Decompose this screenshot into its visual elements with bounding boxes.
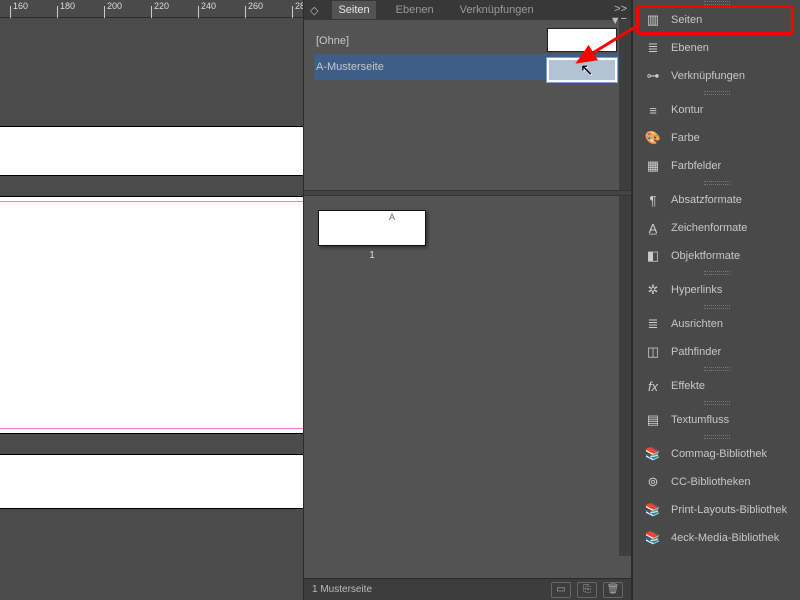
trash-icon[interactable]: 🗑 [603,582,623,598]
dock-textumfluss[interactable]: ▤ Textumfluss [633,406,800,434]
page-1-thumb[interactable]: A [318,210,426,246]
master-pages-list: [Ohne] A-Musterseite [304,20,631,190]
ruler-tick-label: 180 [60,1,75,11]
ruler-tick-label: 220 [154,1,169,11]
dock-verknuepfungen-label: Verknüpfungen [671,70,745,82]
dock-kontur-label: Kontur [671,104,703,116]
dock-ebenen-label: Ebenen [671,42,709,54]
dock-seiten[interactable]: ▥ Seiten [633,6,800,34]
dock-effekte[interactable]: fx Effekte [633,372,800,400]
dock-zeichenformate-label: Zeichenformate [671,222,747,234]
page-1-number: 1 [318,250,426,261]
dock-hyperlinks[interactable]: ✲ Hyperlinks [633,276,800,304]
dock-commag-label: Commag-Bibliothek [671,448,767,460]
right-dock: ▥ Seiten ≣ Ebenen ⊶ Verknüpfungen ≡ Kontur 🎨… [632,0,800,600]
dock-print-label: Print-Layouts-Bibliothek [671,504,787,516]
dock-verknuepfungen[interactable]: ⊶ Verknüpfungen [633,62,800,90]
edit-page-size-icon[interactable]: ▭ [551,582,571,598]
dock-absatzformate[interactable]: ¶ Absatzformate [633,186,800,214]
horizontal-ruler: 160180200220240260280 [0,0,303,18]
cc-library-icon: ⊚ [645,474,661,490]
color-icon: 🎨 [645,130,661,146]
library-icon: 📚 [645,446,661,462]
dock-ebenen[interactable]: ≣ Ebenen [633,34,800,62]
dock-seiten-label: Seiten [671,14,702,26]
library-icon: 📚 [645,502,661,518]
page-fragment-main [0,196,303,434]
dock-cc-label: CC-Bibliotheken [671,476,750,488]
pathfinder-icon: ◫ [645,344,661,360]
links-icon: ⊶ [645,68,661,84]
document-canvas[interactable] [0,18,303,600]
status-text: 1 Musterseite [312,584,545,595]
tab-ebenen[interactable]: Ebenen [390,1,440,19]
expand-icon[interactable]: ◇ [310,4,318,17]
pages-icon: ▥ [645,12,661,28]
dock-4eck-media-bibliothek[interactable]: 📚 4eck-Media-Bibliothek [633,524,800,552]
dock-absatzformate-label: Absatzformate [671,194,742,206]
ruler-tick-label: 160 [13,1,28,11]
new-page-icon[interactable]: ⎘ [577,582,597,598]
dock-ausrichten[interactable]: ≣ Ausrichten [633,310,800,338]
layers-icon: ≣ [645,40,661,56]
document-pages-list: A 1 [304,196,631,556]
page-fragment-bottom [0,454,303,509]
page-fragment-top [0,126,303,176]
align-icon: ≣ [645,316,661,332]
dock-zeichenformate[interactable]: A̲ Zeichenformate [633,214,800,242]
scrollbar-masters[interactable] [619,20,631,190]
object-styles-icon: ◧ [645,248,661,264]
effects-icon: fx [645,378,661,394]
ruler-tick-label: 240 [201,1,216,11]
dock-farbe-label: Farbe [671,132,700,144]
ruler-tick-label: 200 [107,1,122,11]
dock-farbe[interactable]: 🎨 Farbe [633,124,800,152]
swatches-icon: ▦ [645,158,661,174]
dock-kontur[interactable]: ≡ Kontur [633,96,800,124]
stroke-icon: ≡ [645,102,661,118]
dock-print-layouts-bibliothek[interactable]: 📚 Print-Layouts-Bibliothek [633,496,800,524]
character-styles-icon: A̲ [645,220,661,236]
dock-cc-bibliotheken[interactable]: ⊚ CC-Bibliotheken [633,468,800,496]
dock-hyperlinks-label: Hyperlinks [671,284,722,296]
tab-seiten[interactable]: Seiten [332,1,375,19]
dock-4eck-label: 4eck-Media-Bibliothek [671,532,779,544]
tab-verknuepfungen[interactable]: Verknüpfungen [454,1,540,19]
pages-panel: ◇ Seiten Ebenen Verknüpfungen >> ▼≡ [Ohn… [303,0,632,600]
page-master-indicator: A [389,212,395,222]
dock-commag-bibliothek[interactable]: 📚 Commag-Bibliothek [633,440,800,468]
dock-objektformate[interactable]: ◧ Objektformate [633,242,800,270]
panel-status-bar: 1 Musterseite ▭ ⎘ 🗑 [304,578,631,600]
dock-textumfluss-label: Textumfluss [671,414,729,426]
ruler-tick-label: 260 [248,1,263,11]
dock-pathfinder[interactable]: ◫ Pathfinder [633,338,800,366]
dock-objektformate-label: Objektformate [671,250,740,262]
scrollbar-pages[interactable] [619,196,631,556]
library-icon: 📚 [645,530,661,546]
margin-guide [0,201,303,202]
dock-effekte-label: Effekte [671,380,705,392]
master-a-thumb[interactable] [547,58,617,82]
dock-farbfelder-label: Farbfelder [671,160,721,172]
margin-guide [0,428,303,429]
dock-farbfelder[interactable]: ▦ Farbfelder [633,152,800,180]
hyperlinks-icon: ✲ [645,282,661,298]
paragraph-styles-icon: ¶ [645,192,661,208]
dock-pathfinder-label: Pathfinder [671,346,721,358]
panel-tab-bar: ◇ Seiten Ebenen Verknüpfungen >> ▼≡ [304,0,631,20]
dock-ausrichten-label: Ausrichten [671,318,723,330]
master-none-thumb[interactable] [547,28,617,52]
textwrap-icon: ▤ [645,412,661,428]
